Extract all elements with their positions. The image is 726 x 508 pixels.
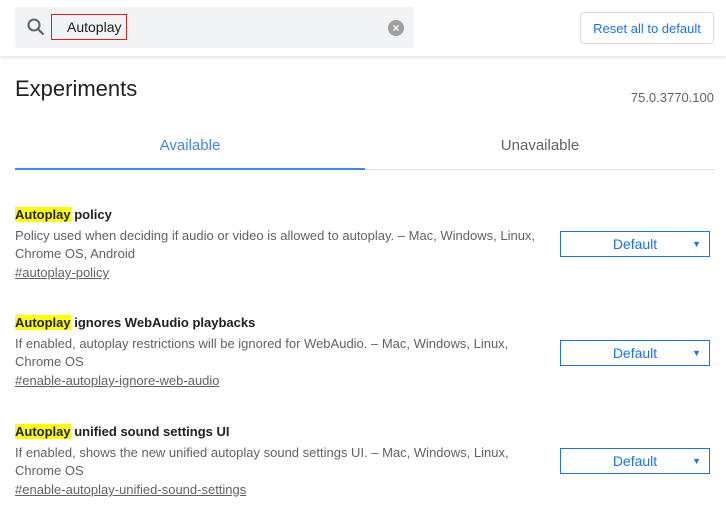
experiment-item: Autoplay policy Policy used when decidin… xyxy=(15,207,715,282)
dropdown-arrow-icon: ▼ xyxy=(692,239,701,249)
experiment-name-text: unified sound settings UI xyxy=(70,424,230,439)
search-input[interactable] xyxy=(51,14,127,40)
experiment-item: Autoplay ignores WebAudio playbacks If e… xyxy=(15,315,715,390)
experiment-name: Autoplay unified sound settings UI xyxy=(15,424,715,439)
dropdown-arrow-icon: ▼ xyxy=(692,456,701,466)
header: × Reset all to default xyxy=(0,0,726,56)
tab-available[interactable]: Available xyxy=(15,122,365,170)
select-value: Default xyxy=(612,345,658,361)
search-highlight: Autoplay xyxy=(15,424,71,439)
experiment-description: If enabled, autoplay restrictions will b… xyxy=(15,336,509,369)
experiment-description: If enabled, shows the new unified autopl… xyxy=(15,445,509,478)
experiment-name-text: ignores WebAudio playbacks xyxy=(70,315,256,330)
experiment-item: Autoplay unified sound settings UI If en… xyxy=(15,424,715,499)
experiment-link[interactable]: #enable-autoplay-unified-sound-settings xyxy=(15,482,246,497)
select-value: Default xyxy=(612,236,658,252)
tab-unavailable[interactable]: Unavailable xyxy=(365,122,715,170)
page-title: Experiments xyxy=(15,76,138,101)
search-icon xyxy=(27,18,45,36)
experiment-name-text: policy xyxy=(70,207,112,222)
experiment-select[interactable]: Default ▼ xyxy=(560,340,710,366)
experiment-name: Autoplay ignores WebAudio playbacks xyxy=(15,315,715,330)
search-highlight: Autoplay xyxy=(15,207,71,222)
experiment-name: Autoplay policy xyxy=(15,207,715,222)
version-label: 75.0.3770.100 xyxy=(630,90,714,105)
experiment-description: Policy used when deciding if audio or vi… xyxy=(15,228,536,261)
search-box: × xyxy=(15,7,414,48)
search-highlight: Autoplay xyxy=(15,315,71,330)
close-icon[interactable]: × xyxy=(388,20,404,36)
reset-all-button[interactable]: Reset all to default xyxy=(580,12,714,44)
experiment-select[interactable]: Default ▼ xyxy=(560,448,710,474)
experiment-link[interactable]: #autoplay-policy xyxy=(15,265,109,280)
dropdown-arrow-icon: ▼ xyxy=(692,348,701,358)
experiment-link[interactable]: #enable-autoplay-ignore-web-audio xyxy=(15,373,220,388)
select-value: Default xyxy=(612,453,658,469)
experiment-select[interactable]: Default ▼ xyxy=(560,231,710,257)
